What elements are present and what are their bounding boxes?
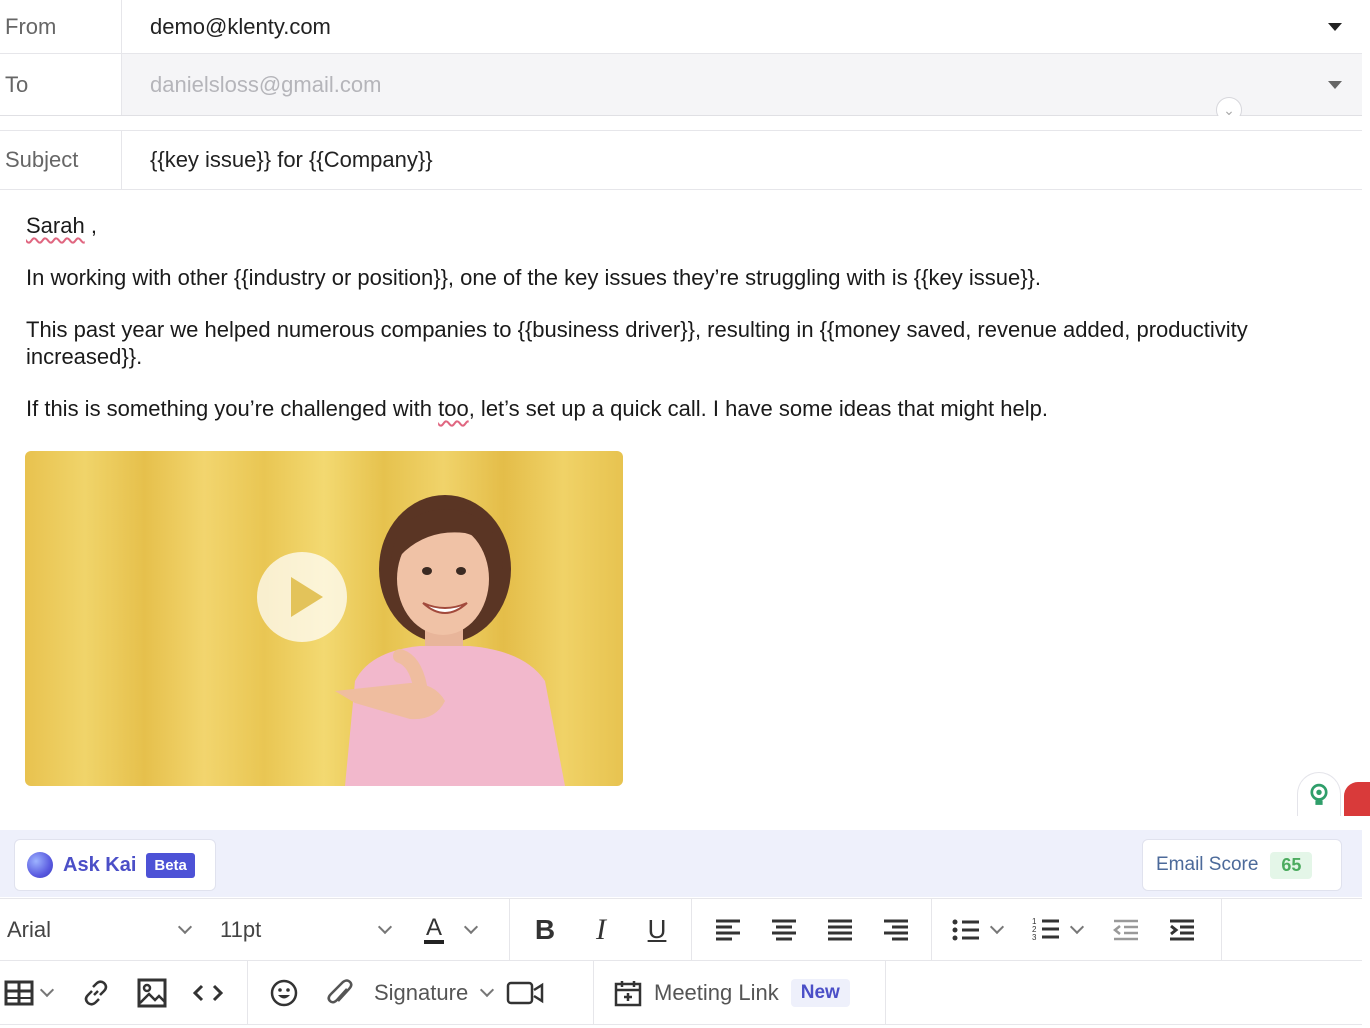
signature-select[interactable]: Signature	[368, 980, 498, 1006]
red-side-tab[interactable]	[1344, 782, 1370, 816]
calendar-icon	[614, 980, 642, 1006]
to-row: To danielsloss@gmail.com	[0, 54, 1362, 116]
font-family-value: Arial	[7, 916, 52, 942]
chevron-down-icon	[989, 919, 1005, 934]
indent-icon	[1170, 919, 1194, 940]
chevron-down-icon	[39, 982, 55, 997]
image-button[interactable]	[124, 971, 180, 1015]
font-size-value: 11pt	[220, 916, 262, 942]
font-size-select[interactable]: 11pt	[200, 917, 400, 943]
body-paragraph-3: If this is something you’re challenged w…	[26, 395, 1366, 422]
to-field[interactable]: danielsloss@gmail.com	[122, 54, 1362, 115]
subject-row: Subject {{key issue}} for {{Company}}	[0, 130, 1362, 190]
emoji-button[interactable]	[256, 971, 312, 1015]
suggestion-bulb-button[interactable]	[1297, 772, 1341, 816]
underline-button[interactable]: U	[629, 908, 685, 952]
greeting-line: Sarah ,	[26, 212, 1366, 239]
email-body-editor[interactable]: Sarah , In working with other {{industry…	[26, 212, 1366, 447]
chevron-down-icon	[177, 919, 193, 934]
format-toolbar-row-1: Arial 11pt A B I U 1 2 3	[0, 898, 1362, 961]
table-button[interactable]	[0, 971, 68, 1015]
beta-badge: Beta	[146, 852, 195, 878]
video-thumbnail[interactable]	[25, 451, 623, 786]
font-group: Arial 11pt A	[0, 899, 510, 960]
style-group: B I U	[510, 899, 692, 960]
link-button[interactable]	[68, 971, 124, 1015]
email-score-value: 65	[1270, 851, 1313, 879]
p3-end: , let’s set up a quick call. I have some…	[468, 396, 1048, 421]
chevron-down-icon	[463, 919, 479, 934]
text-color-icon: A	[424, 915, 445, 944]
to-label: To	[0, 54, 122, 115]
chevron-down-icon	[377, 919, 393, 934]
body-paragraph-1: In working with other {{industry or posi…	[26, 265, 1042, 290]
video-button[interactable]	[498, 971, 554, 1015]
italic-button[interactable]: I	[573, 908, 629, 952]
p3-start: If this is something you’re challenged w…	[26, 396, 439, 421]
ask-kai-label: Ask Kai	[63, 853, 137, 876]
list-group: 123	[932, 899, 1222, 960]
format-toolbar-row-2: Signature Meeting Link New	[0, 961, 1362, 1025]
email-score-button[interactable]: Email Score 65	[1142, 839, 1342, 891]
text-color-button[interactable]: A	[400, 915, 479, 944]
align-right-icon	[884, 919, 908, 940]
bullet-list-icon	[952, 919, 979, 940]
outdent-icon	[1112, 919, 1138, 940]
align-left-button[interactable]	[700, 908, 756, 952]
signature-label: Signature	[374, 979, 469, 1005]
new-badge: New	[790, 978, 850, 1007]
subject-input[interactable]: {{key issue}} for {{Company}}	[122, 131, 1362, 189]
link-icon	[84, 979, 108, 1006]
code-icon	[193, 984, 223, 1001]
table-icon	[4, 980, 34, 1005]
align-center-button[interactable]	[756, 908, 812, 952]
indent-button[interactable]	[1154, 908, 1210, 952]
align-justify-button[interactable]	[812, 908, 868, 952]
extras-group: Signature	[248, 961, 594, 1024]
spellcheck-word: too	[438, 396, 469, 421]
kai-logo-icon	[27, 852, 53, 878]
align-center-icon	[772, 919, 796, 940]
header-gap	[0, 116, 1362, 130]
from-label: From	[0, 0, 122, 53]
to-dropdown-icon[interactable]	[1328, 80, 1342, 89]
chevron-down-icon	[480, 982, 495, 997]
play-icon[interactable]	[257, 552, 347, 642]
insert-group	[0, 961, 248, 1024]
from-select[interactable]: demo@klenty.com	[122, 0, 1362, 53]
greeting-suffix: ,	[84, 213, 97, 238]
numbered-list-button[interactable]: 123	[1014, 908, 1098, 952]
meeting-link-button[interactable]: Meeting Link New	[594, 978, 870, 1007]
bulb-icon	[1310, 783, 1328, 805]
from-dropdown-icon[interactable]	[1328, 22, 1342, 31]
email-score-label: Email Score	[1156, 854, 1259, 875]
greeting-name: Sarah	[26, 213, 85, 238]
image-icon	[137, 978, 167, 1007]
outdent-button[interactable]	[1098, 908, 1154, 952]
kai-bar: Ask Kai Beta Email Score 65	[0, 830, 1362, 897]
font-family-select[interactable]: Arial	[0, 917, 200, 943]
subject-label: Subject	[0, 131, 122, 189]
body-paragraph-2: This past year we helped numerous compan…	[26, 317, 1248, 369]
align-justify-icon	[828, 919, 852, 940]
bold-button[interactable]: B	[517, 908, 573, 952]
ask-kai-button[interactable]: Ask Kai Beta	[14, 839, 216, 891]
chevron-down-icon	[1069, 919, 1085, 934]
numbered-list-icon: 123	[1032, 917, 1059, 942]
emoji-icon	[270, 979, 298, 1006]
attachment-button[interactable]	[312, 971, 368, 1015]
align-left-icon	[716, 919, 740, 940]
video-icon	[506, 981, 544, 1004]
meeting-link-label: Meeting Link	[654, 979, 779, 1005]
svg-text:3: 3	[1032, 933, 1037, 942]
align-right-button[interactable]	[868, 908, 924, 952]
bullet-list-button[interactable]	[940, 908, 1014, 952]
align-group	[692, 899, 932, 960]
attachment-icon	[327, 978, 353, 1004]
from-row: From demo@klenty.com	[0, 0, 1362, 54]
code-button[interactable]	[180, 971, 236, 1015]
meeting-group: Meeting Link New	[594, 961, 886, 1024]
